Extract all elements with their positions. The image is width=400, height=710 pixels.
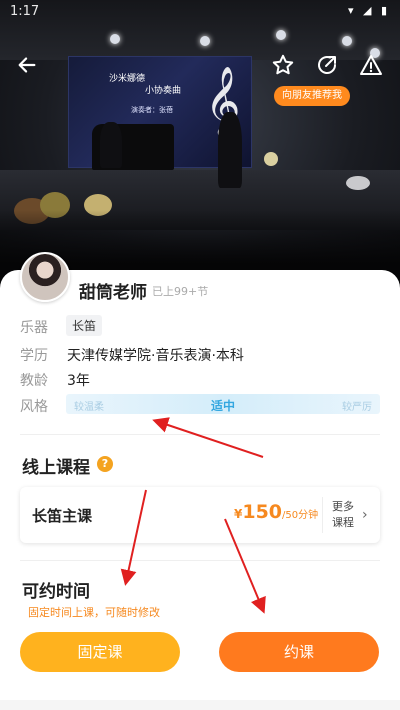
screen-text-performer: 演奏者：张蓓 [131, 106, 173, 114]
warning-icon [360, 55, 382, 75]
course-card[interactable]: 长笛主课 ¥150/50分钟 更多课程 › [20, 487, 380, 543]
favorite-button[interactable] [268, 50, 298, 80]
price-amount: 150 [242, 501, 283, 523]
stage-light-small [264, 152, 278, 166]
availability-subtitle: 固定时间上课，可随时修改 [28, 606, 160, 619]
experience-value: 3年 [67, 373, 90, 389]
course-price: ¥150/50分钟 [234, 501, 318, 523]
chevron-right-icon: › [362, 507, 368, 523]
teaching-style-bar: 较温柔 适中 较严厉 [66, 394, 380, 414]
instrument-label: 乐器 [20, 320, 48, 336]
stage-light [110, 34, 120, 44]
divider [322, 497, 323, 533]
style-gentle-label: 较温柔 [74, 402, 104, 413]
style-label: 风格 [20, 399, 48, 415]
question-icon[interactable]: ? [97, 456, 113, 472]
experience-label: 教龄 [20, 373, 48, 389]
share-icon [318, 56, 336, 74]
flutist-figure [218, 112, 242, 188]
arrow-left-icon [18, 57, 36, 73]
teacher-name: 甜筒老师 [79, 283, 147, 303]
divider [20, 434, 380, 435]
star-outline-icon [272, 54, 294, 75]
stage-light [200, 36, 210, 46]
stage-light [276, 30, 286, 40]
screen-text-composer: 沙米娜德 [109, 74, 146, 84]
availability-title: 可约时间 [22, 582, 90, 602]
bottom-bar [0, 700, 400, 710]
price-unit: /50分钟 [282, 510, 319, 521]
more-courses-link[interactable]: 更多课程 › [330, 499, 378, 533]
back-button[interactable] [12, 50, 42, 80]
screen-text-piece: 小协奏曲 [145, 86, 182, 96]
stage-light [342, 36, 352, 46]
teacher-avatar[interactable] [20, 252, 70, 302]
online-courses-title: 线上课程 [22, 458, 90, 478]
share-button[interactable] [312, 50, 342, 80]
recommend-to-friend-tag[interactable]: 向朋友推荐我 [274, 86, 350, 106]
style-strict-label: 较严厉 [342, 402, 372, 413]
status-time: 1:17 [10, 4, 40, 19]
pianist-figure [100, 122, 122, 168]
instrument-chip: 长笛 [66, 315, 103, 336]
divider [20, 560, 380, 561]
course-name: 长笛主课 [32, 507, 93, 525]
stage-light-small [346, 176, 370, 190]
hero-photo: 沙米娜德 小协奏曲 演奏者：张蓓 𝄞 1:17 ▾ ◢ ▮ [0, 0, 400, 300]
education-label: 学历 [20, 348, 48, 364]
status-icons: ▾ ◢ ▮ [347, 4, 390, 17]
more-courses-label: 更多课程 [332, 500, 354, 529]
education-value: 天津传媒学院·音乐表演·本科 [67, 348, 244, 364]
report-button[interactable] [356, 50, 386, 80]
book-lesson-button[interactable]: 约课 [219, 632, 379, 672]
fixed-lesson-button[interactable]: 固定课 [20, 632, 180, 672]
style-moderate-label: 适中 [211, 399, 236, 413]
lesson-count: 已上99+节 [152, 285, 209, 298]
